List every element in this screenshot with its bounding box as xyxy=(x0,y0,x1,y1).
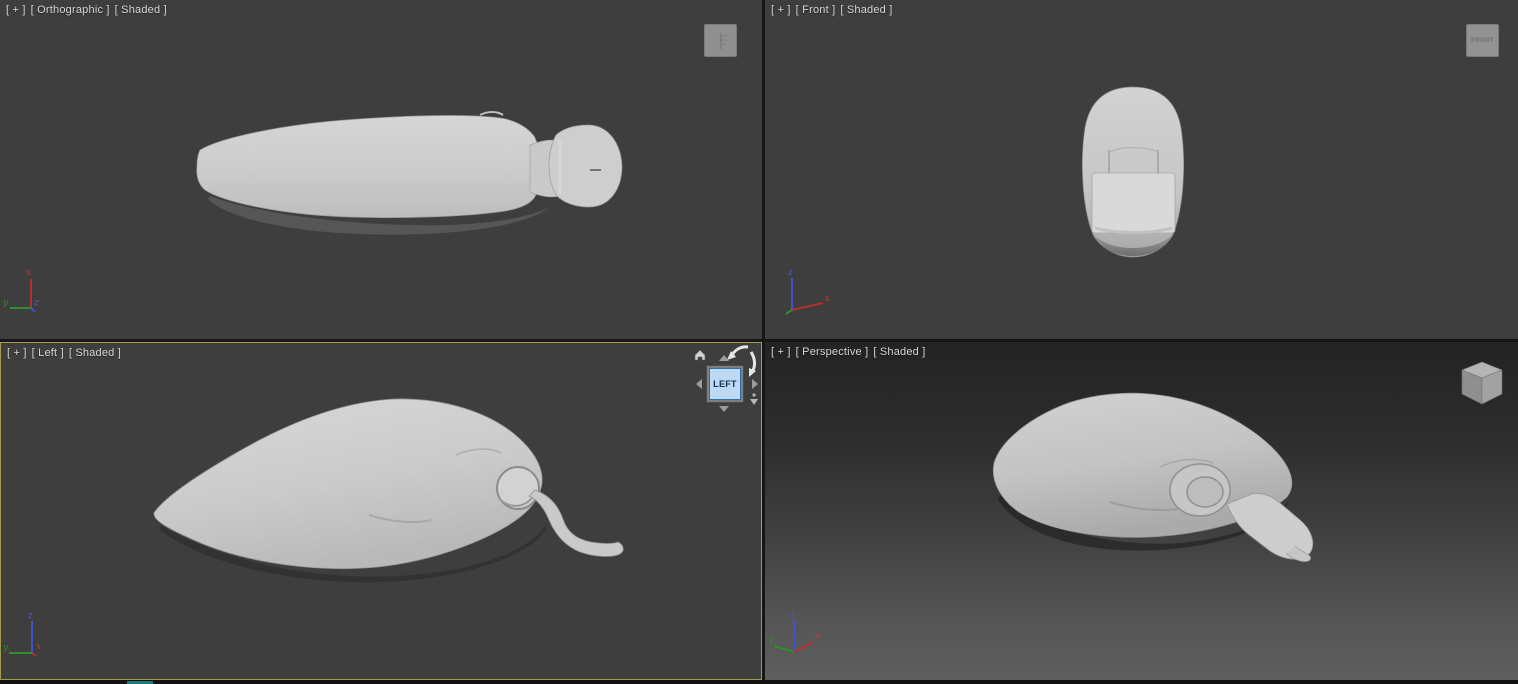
axis-tripod: z x xyxy=(781,266,841,326)
viewport-view-menu[interactable]: [ Left ] xyxy=(32,347,64,359)
viewport-perspective[interactable]: [ + ] [ Perspective ] [ Shaded ] xyxy=(765,342,1518,680)
viewport-general-menu[interactable]: [ + ] xyxy=(7,347,27,359)
viewport-shading-menu[interactable]: [ Shaded ] xyxy=(115,4,167,16)
viewport-view-menu[interactable]: [ Perspective ] xyxy=(796,346,869,358)
viewcube-arrow-up[interactable] xyxy=(719,355,729,361)
lure-model-side-view[interactable] xyxy=(1,343,761,679)
viewport-shading-menu[interactable]: [ Shaded ] xyxy=(873,346,925,358)
axis-tripod: z y x xyxy=(3,611,63,671)
lure-model-perspective-view[interactable] xyxy=(765,342,1518,680)
viewcube-face-left[interactable]: LEFT xyxy=(709,368,741,400)
viewport-label: [ + ] [ Front ] [ Shaded ] xyxy=(771,4,893,16)
viewcube-ghost-3d[interactable] xyxy=(1456,358,1508,410)
axis-x-label: x xyxy=(26,268,31,278)
viewport-front[interactable]: [ + ] [ Front ] [ Shaded ] xyxy=(765,0,1518,339)
axis-z-label: z xyxy=(787,268,793,278)
home-icon[interactable] xyxy=(693,348,707,361)
viewport-general-menu[interactable]: [ + ] xyxy=(771,4,791,16)
viewcube-arrow-left[interactable] xyxy=(696,379,702,389)
viewport-general-menu[interactable]: [ + ] xyxy=(771,346,791,358)
bottom-edge-strip xyxy=(0,680,1518,684)
viewcube-widget[interactable]: LEFT xyxy=(691,345,762,413)
viewport-shading-menu[interactable]: [ Shaded ] xyxy=(840,4,892,16)
axis-y-label: y xyxy=(769,635,775,645)
viewcube-arrow-down[interactable] xyxy=(719,406,729,412)
axis-tripod: x y z xyxy=(2,266,62,326)
viewport-left-active[interactable]: [ + ] [ Left ] [ Shaded ] xyxy=(0,342,762,680)
viewcube-cube[interactable]: LEFT xyxy=(706,365,744,403)
axis-x-label: x xyxy=(815,632,820,642)
viewport-general-menu[interactable]: [ + ] xyxy=(6,4,26,16)
viewport-view-menu[interactable]: [ Front ] xyxy=(796,4,836,16)
axis-x-label: x xyxy=(36,642,41,652)
axis-y-label: y xyxy=(3,643,9,653)
lure-lip-front xyxy=(1092,173,1175,233)
viewcube-front-face-label: FRONT xyxy=(1471,38,1494,44)
viewcube-ghost-icon[interactable] xyxy=(704,24,737,57)
viewport-label: [ + ] [ Left ] [ Shaded ] xyxy=(7,347,121,359)
axis-z-label: z xyxy=(789,610,795,620)
lure-model-top-view[interactable] xyxy=(0,0,762,339)
lure-bill xyxy=(529,490,623,556)
viewport-grid: [ + ] [ Orthographic ] [ Shaded ] xyxy=(0,0,1518,684)
viewcube-menu-icon[interactable] xyxy=(749,393,759,406)
lure-model-front-view[interactable] xyxy=(765,0,1518,339)
viewport-label: [ + ] [ Perspective ] [ Shaded ] xyxy=(771,346,926,358)
viewport-orthographic[interactable]: [ + ] [ Orthographic ] [ Shaded ] xyxy=(0,0,762,339)
viewport-label: [ + ] [ Orthographic ] [ Shaded ] xyxy=(6,4,167,16)
viewport-view-menu[interactable]: [ Orthographic ] xyxy=(31,4,110,16)
axis-z-label: z xyxy=(27,611,33,621)
axis-z-label: z xyxy=(33,298,39,308)
viewport-shading-menu[interactable]: [ Shaded ] xyxy=(69,347,121,359)
viewcube-ghost-front[interactable]: FRONT xyxy=(1466,24,1499,57)
viewcube-arrow-right[interactable] xyxy=(752,379,758,389)
axis-y-label: y xyxy=(2,298,9,308)
axis-x-label: x xyxy=(825,294,830,304)
viewcube-ghost-glyph xyxy=(709,29,733,53)
axis-tripod: z y x xyxy=(769,606,825,664)
